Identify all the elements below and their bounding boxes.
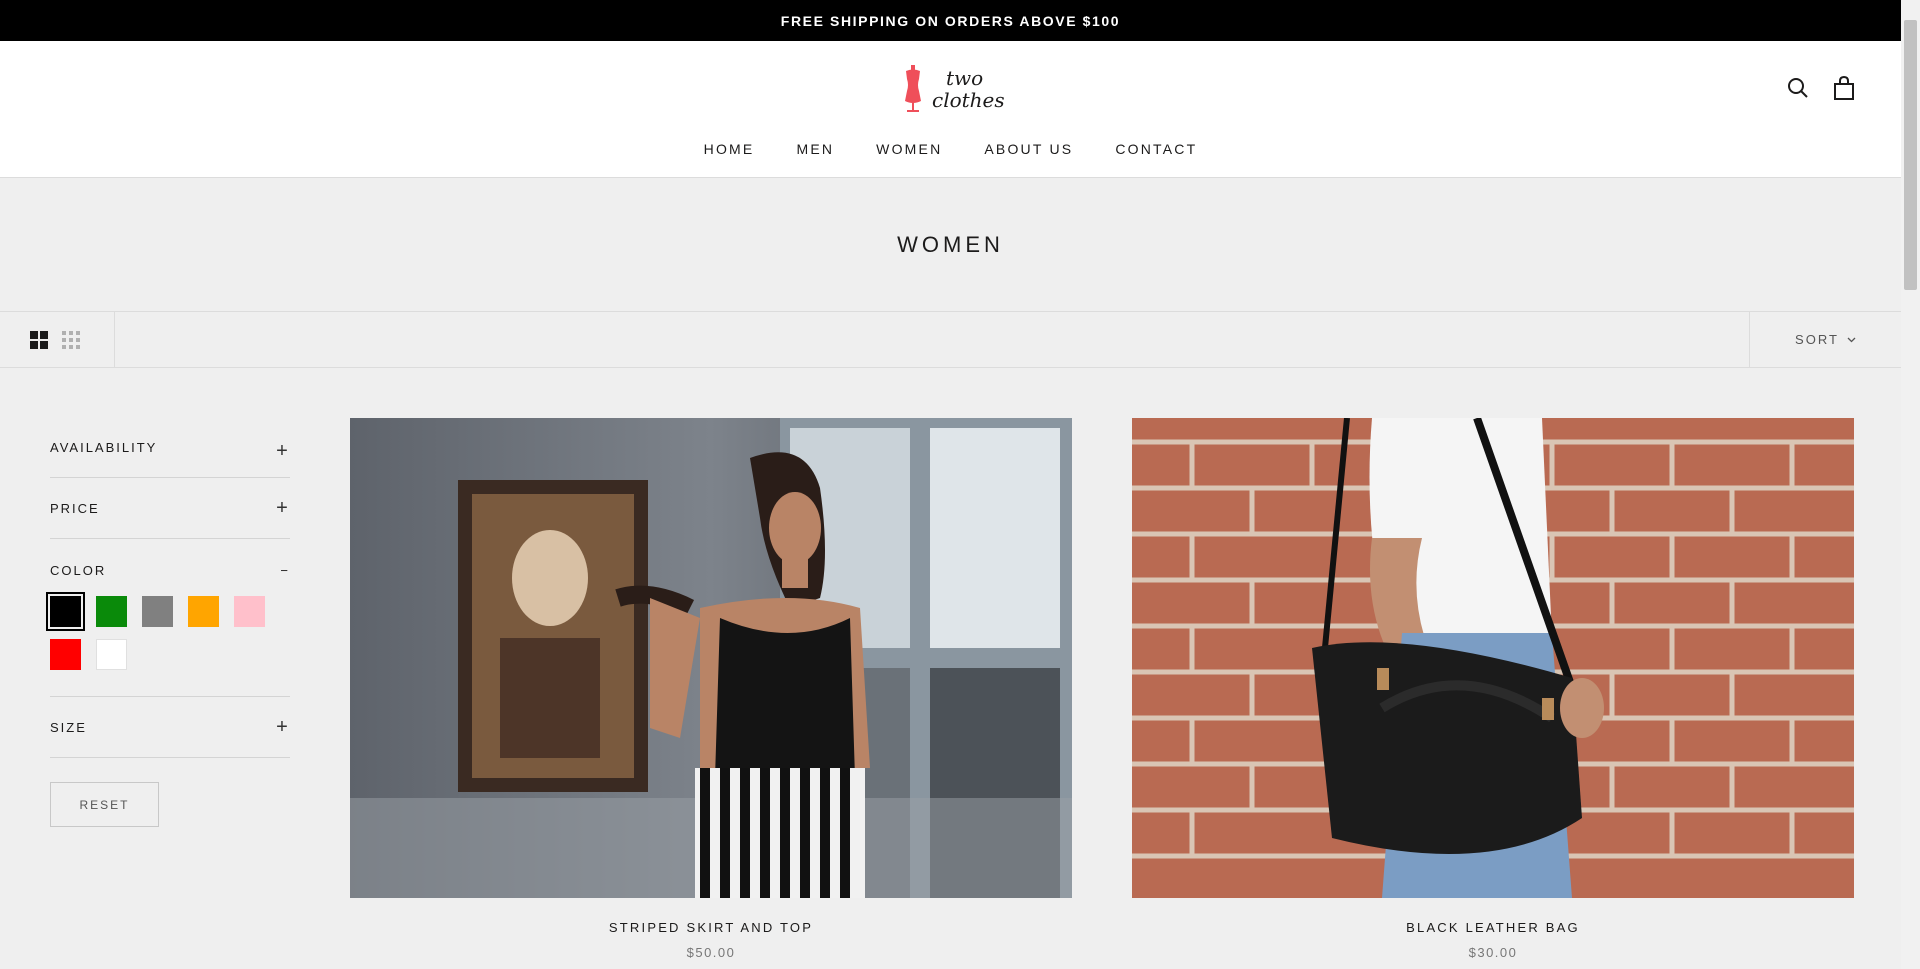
product-title[interactable]: BLACK LEATHER BAG — [1132, 920, 1854, 935]
announcement-text: FREE SHIPPING ON ORDERS ABOVE $100 — [780, 12, 1121, 29]
bag-photo — [1132, 418, 1854, 898]
color-swatch-orange[interactable] — [188, 596, 219, 627]
color-swatch-gray[interactable] — [142, 596, 173, 627]
announcement-bar: FREE SHIPPING ON ORDERS ABOVE $100 — [0, 0, 1901, 41]
filter-availability[interactable]: AVAILABILITY + — [50, 418, 290, 478]
shopping-bag-icon — [1834, 76, 1854, 100]
sort-dropdown[interactable]: SORT — [1749, 312, 1901, 367]
filter-color-header[interactable]: COLOR − — [50, 563, 290, 578]
scrollbar-thumb[interactable] — [1904, 20, 1917, 290]
color-swatch-pink[interactable] — [234, 596, 265, 627]
filters-sidebar: AVAILABILITY + PRICE + COLOR − SIZE + RE… — [46, 418, 290, 827]
collection-header: WOMEN — [0, 178, 1901, 311]
collection-toolbar: SORT — [0, 311, 1901, 368]
search-icon — [1788, 78, 1808, 98]
logo-wordmark: two clothes — [932, 67, 1005, 111]
sort-label: SORT — [1795, 332, 1839, 347]
filter-size-label: SIZE — [50, 719, 87, 735]
chevron-down-icon — [1847, 337, 1856, 342]
color-swatch-green[interactable] — [96, 596, 127, 627]
nav-women[interactable]: WOMEN — [876, 141, 942, 157]
plus-icon: + — [276, 715, 290, 738]
minus-icon: − — [280, 563, 290, 578]
logo-line-1: two — [946, 66, 984, 90]
store-logo[interactable]: two clothes — [902, 61, 1007, 117]
filter-size[interactable]: SIZE + — [50, 697, 290, 758]
nav-contact[interactable]: CONTACT — [1115, 141, 1197, 157]
main-nav: HOME MEN WOMEN ABOUT US CONTACT — [0, 141, 1901, 157]
grid-large-icon[interactable] — [30, 330, 48, 349]
cart-button[interactable] — [1831, 75, 1857, 101]
plus-icon: + — [276, 440, 290, 462]
logo-line-2: clothes — [932, 88, 1005, 112]
product-image-striped-skirt[interactable] — [350, 418, 1072, 898]
color-swatch-black[interactable] — [46, 592, 85, 631]
search-button[interactable] — [1785, 75, 1811, 101]
product-card[interactable]: BLACK LEATHER BAG $30.00 — [1132, 418, 1854, 960]
dress-form-icon — [905, 65, 921, 112]
page-scrollbar[interactable] — [1901, 0, 1920, 969]
product-price: $50.00 — [686, 945, 736, 960]
product-image-black-bag[interactable] — [1132, 418, 1854, 898]
filter-color: COLOR − — [46, 539, 290, 697]
grid-small-icon[interactable] — [62, 330, 80, 349]
plus-icon: + — [276, 496, 290, 519]
nav-men[interactable]: MEN — [796, 141, 834, 157]
product-card[interactable]: STRIPED SKIRT AND TOP $50.00 — [350, 418, 1072, 960]
model-photo — [350, 418, 1072, 898]
product-title[interactable]: STRIPED SKIRT AND TOP — [350, 920, 1072, 935]
nav-home[interactable]: HOME — [704, 141, 755, 157]
site-header: two clothes HOME MEN WOMEN ABOUT US CONT… — [0, 41, 1901, 178]
layout-toggle — [0, 312, 115, 367]
filter-price-label: PRICE — [50, 500, 100, 516]
filter-price[interactable]: PRICE + — [50, 478, 290, 539]
color-swatches — [46, 592, 290, 670]
color-swatch-red[interactable] — [50, 639, 81, 670]
filter-availability-label: AVAILABILITY — [50, 440, 158, 455]
product-price: $30.00 — [1468, 945, 1518, 960]
nav-about-us[interactable]: ABOUT US — [984, 141, 1073, 157]
reset-filters-button[interactable]: RESET — [50, 782, 159, 827]
page-title: WOMEN — [897, 231, 1004, 257]
filter-color-label: COLOR — [50, 563, 107, 578]
color-swatch-white[interactable] — [96, 639, 127, 670]
